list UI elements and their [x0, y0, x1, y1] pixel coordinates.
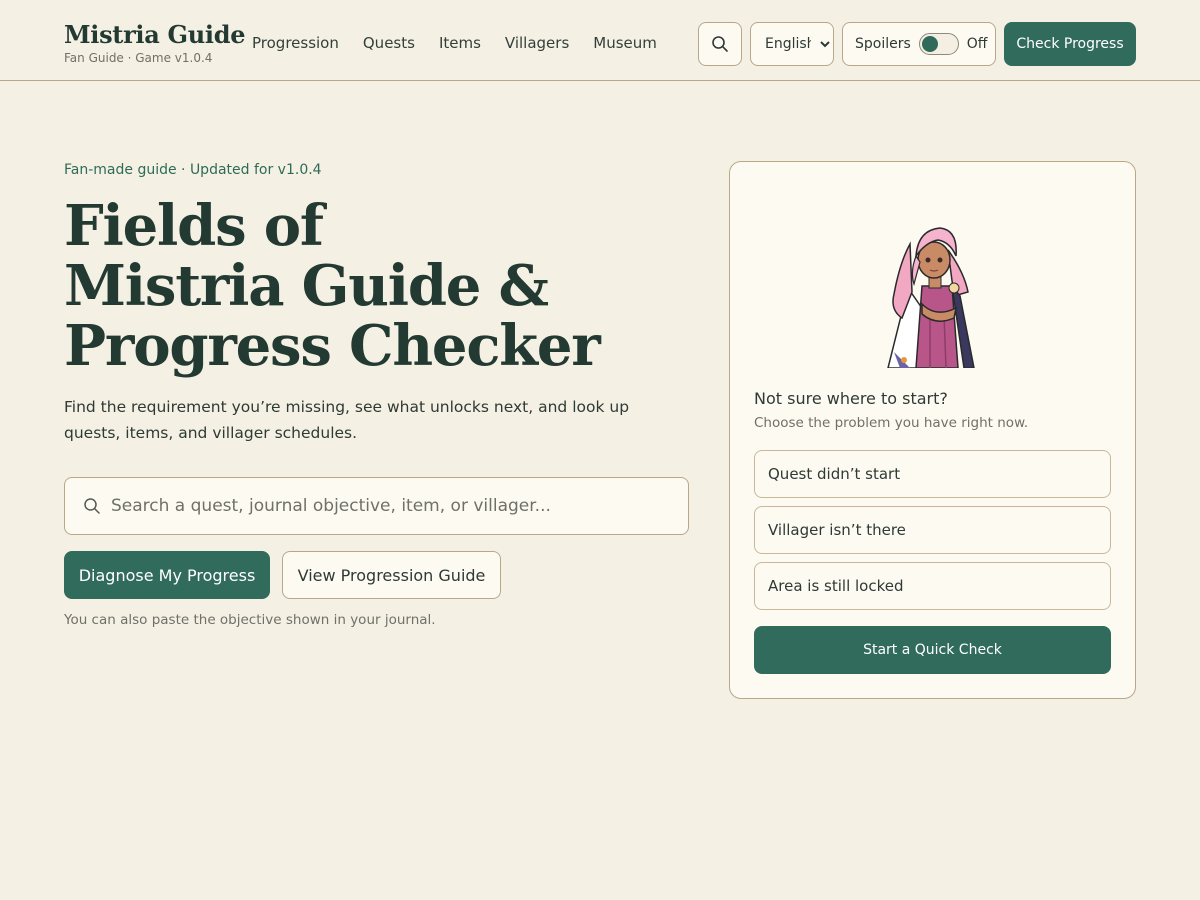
site-header: Mistria Guide Fan Guide · Game v1.0.4 Pr… — [0, 0, 1200, 81]
option-area-still-locked[interactable]: Area is still locked — [754, 562, 1111, 610]
spoilers-toggle[interactable] — [918, 33, 959, 55]
language-select[interactable]: English — [750, 22, 834, 66]
search-hint: You can also paste the objective shown i… — [64, 612, 436, 628]
search-icon — [84, 498, 100, 514]
start-quick-check-button[interactable]: Start a Quick Check — [754, 626, 1111, 674]
toggle-knob — [921, 36, 938, 52]
header-search-button[interactable] — [698, 22, 742, 66]
diagnose-progress-button[interactable]: Diagnose My Progress — [64, 551, 270, 599]
nav-museum[interactable]: Museum — [593, 34, 657, 52]
quick-check-card: Not sure where to start? Choose the prob… — [729, 161, 1136, 699]
option-villager-isnt-there[interactable]: Villager isn’t there — [754, 506, 1111, 554]
main-nav: Progression Quests Items Villagers Museu… — [252, 34, 657, 52]
view-progression-guide-button[interactable]: View Progression Guide — [282, 551, 501, 599]
nav-items[interactable]: Items — [439, 34, 481, 52]
nav-progression[interactable]: Progression — [252, 34, 339, 52]
nav-villagers[interactable]: Villagers — [505, 34, 569, 52]
spoilers-label: Spoilers — [855, 36, 911, 52]
title-line: Mistria Guide & — [64, 253, 549, 319]
hero-eyebrow: Fan-made guide · Updated for v1.0.4 — [64, 162, 322, 178]
card-title: Not sure where to start? — [754, 389, 948, 408]
nav-quests[interactable]: Quests — [363, 34, 415, 52]
page-title: Fields of Mistria Guide & Progress Check… — [64, 196, 684, 376]
villager-portrait — [887, 227, 975, 368]
brand-subtitle: Fan Guide · Game v1.0.4 — [64, 51, 213, 65]
hero-search[interactable] — [64, 477, 689, 535]
search-icon — [712, 36, 728, 52]
spoilers-toggle-group[interactable]: Spoilers Off — [842, 22, 996, 66]
brand[interactable]: Mistria Guide Fan Guide · Game v1.0.4 — [64, 20, 245, 65]
option-quest-didnt-start[interactable]: Quest didn’t start — [754, 450, 1111, 498]
brand-title[interactable]: Mistria Guide — [64, 20, 245, 50]
search-input[interactable] — [111, 496, 688, 516]
check-progress-button[interactable]: Check Progress — [1004, 22, 1136, 66]
spoilers-state: Off — [966, 36, 988, 52]
hero-description: Find the requirement you’re missing, see… — [64, 398, 630, 442]
card-subtitle: Choose the problem you have right now. — [754, 415, 1029, 431]
title-line: Progress Checker — [64, 313, 601, 379]
title-line: Fields of — [64, 193, 324, 259]
